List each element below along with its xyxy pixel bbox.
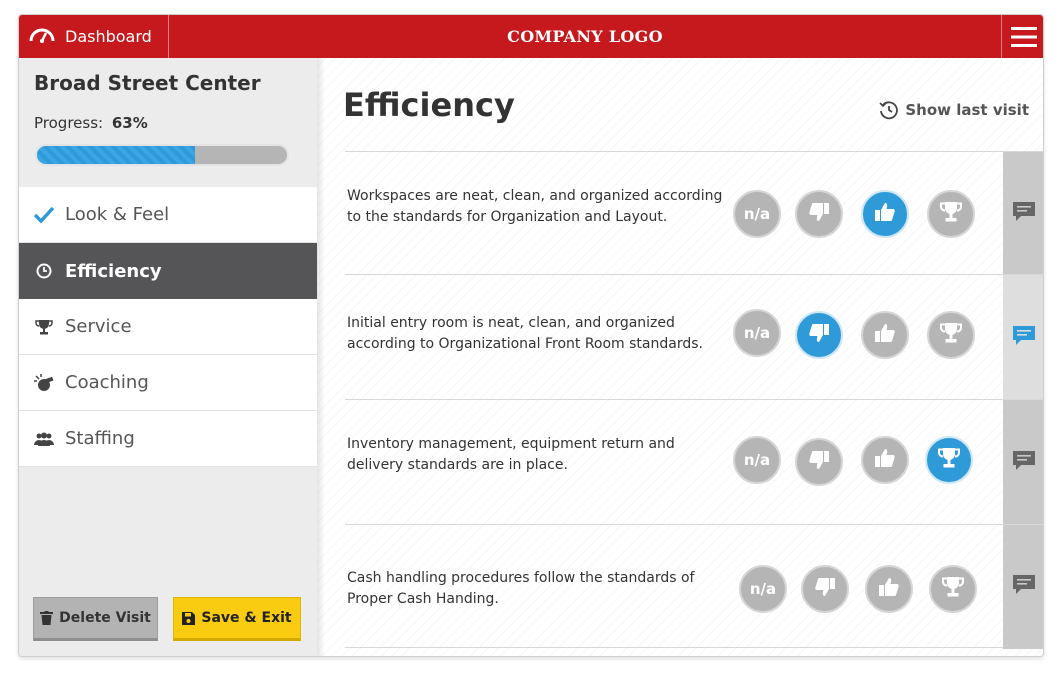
trophy-icon [939, 322, 963, 348]
comment-icon [1012, 573, 1036, 601]
thumbs-up-icon [874, 201, 896, 227]
trophy-option[interactable] [929, 565, 977, 613]
thumbs-down-option[interactable] [795, 190, 843, 238]
na-option[interactable]: n/a [733, 190, 781, 238]
progress-bar [35, 144, 289, 166]
trophy-icon [939, 201, 963, 227]
question-text: Cash handling procedures follow the stan… [347, 570, 695, 607]
nav-item-label: Coaching [65, 372, 149, 393]
nav-item-look-and-feel[interactable]: Look & Feel [19, 187, 317, 243]
progress-label: Progress: [34, 114, 104, 132]
trophy-icon [941, 576, 965, 602]
section-nav: Look & Feel Efficiency Service Coaching [19, 187, 335, 467]
na-label: n/a [749, 580, 777, 598]
thumbs-down-icon [808, 449, 830, 475]
question-row: Cash handling procedures follow the stan… [345, 524, 1043, 649]
hamburger-menu-button[interactable] [1001, 15, 1043, 58]
na-label: n/a [743, 205, 771, 223]
progress-value: 63% [111, 114, 148, 132]
question-text: Inventory management, equipment return a… [347, 436, 675, 473]
thumbs-up-option[interactable] [861, 311, 909, 359]
question-row: Initial entry room is neat, clean, and o… [345, 274, 1043, 400]
na-label: n/a [743, 324, 771, 342]
floppy-disk-icon [182, 611, 196, 625]
thumbs-up-icon [874, 322, 896, 348]
nav-item-coaching[interactable]: Coaching [19, 355, 317, 411]
trophy-option[interactable] [927, 190, 975, 238]
people-icon [33, 432, 55, 446]
comment-button[interactable] [1003, 400, 1043, 525]
comment-button[interactable] [1003, 275, 1043, 400]
thumbs-up-option[interactable] [865, 565, 913, 613]
trash-icon [40, 611, 54, 625]
show-last-visit-button[interactable]: Show last visit [879, 100, 1029, 120]
na-label: n/a [743, 451, 771, 469]
comment-icon [1012, 324, 1036, 352]
trophy-option[interactable] [925, 436, 973, 484]
thumbs-up-option[interactable] [861, 436, 909, 484]
save-exit-button[interactable]: Save & Exit [173, 597, 301, 641]
comment-button[interactable] [1003, 152, 1043, 275]
main-panel: Efficiency Show last visit Workspaces ar… [317, 58, 1043, 656]
comment-icon [1012, 449, 1036, 477]
progress-row: Progress: 63% [34, 114, 148, 132]
dashboard-button[interactable]: Dashboard [19, 15, 169, 58]
trophy-option[interactable] [927, 311, 975, 359]
page-title: Efficiency [343, 86, 515, 124]
dashboard-label: Dashboard [65, 27, 152, 46]
hamburger-icon [1010, 26, 1037, 47]
nav-item-staffing[interactable]: Staffing [19, 411, 317, 467]
thumbs-up-option[interactable] [861, 190, 909, 238]
check-icon [33, 206, 55, 224]
nav-item-service[interactable]: Service [19, 299, 317, 355]
nav-item-label: Service [65, 316, 132, 337]
thumbs-down-option[interactable] [795, 311, 843, 359]
sidebar: Broad Street Center Progress: 63% Look &… [19, 58, 335, 656]
thumbs-up-icon [874, 447, 896, 473]
thumbs-down-icon [814, 576, 836, 602]
thumbs-up-icon [878, 576, 900, 602]
show-last-visit-label: Show last visit [905, 101, 1029, 119]
company-logo: COMPANY LOGO [507, 27, 663, 46]
clock-icon [33, 263, 55, 279]
save-exit-label: Save & Exit [201, 610, 292, 626]
center-name: Broad Street Center [34, 71, 261, 95]
thumbs-down-option[interactable] [801, 565, 849, 613]
progress-bar-fill [37, 146, 195, 164]
question-row: Inventory management, equipment return a… [345, 399, 1043, 525]
comment-button[interactable] [1003, 525, 1043, 649]
na-option[interactable]: n/a [733, 436, 781, 484]
trophy-icon [33, 319, 55, 335]
thumbs-down-icon [808, 322, 830, 348]
trophy-icon [937, 447, 961, 473]
speedometer-icon [29, 27, 55, 47]
thumbs-down-icon [808, 201, 830, 227]
comment-icon [1012, 200, 1036, 228]
nav-item-label: Staffing [65, 428, 135, 449]
delete-visit-label: Delete Visit [59, 610, 151, 626]
na-option[interactable]: n/a [739, 565, 787, 613]
app-window: Dashboard COMPANY LOGO Broad Street Cent… [18, 14, 1044, 657]
thumbs-down-option[interactable] [795, 438, 843, 486]
nav-item-efficiency[interactable]: Efficiency [19, 243, 335, 299]
question-text: Workspaces are neat, clean, and organize… [347, 188, 723, 225]
sidebar-shadow [317, 58, 325, 656]
top-bar: Dashboard COMPANY LOGO [19, 15, 1043, 58]
whistle-icon [33, 373, 55, 392]
history-icon [879, 101, 899, 120]
question-text: Initial entry room is neat, clean, and o… [347, 315, 703, 352]
nav-item-label: Efficiency [65, 260, 162, 282]
nav-item-label: Look & Feel [65, 204, 170, 225]
delete-visit-button[interactable]: Delete Visit [33, 597, 158, 641]
question-row: Workspaces are neat, clean, and organize… [345, 151, 1043, 275]
na-option[interactable]: n/a [733, 309, 781, 357]
